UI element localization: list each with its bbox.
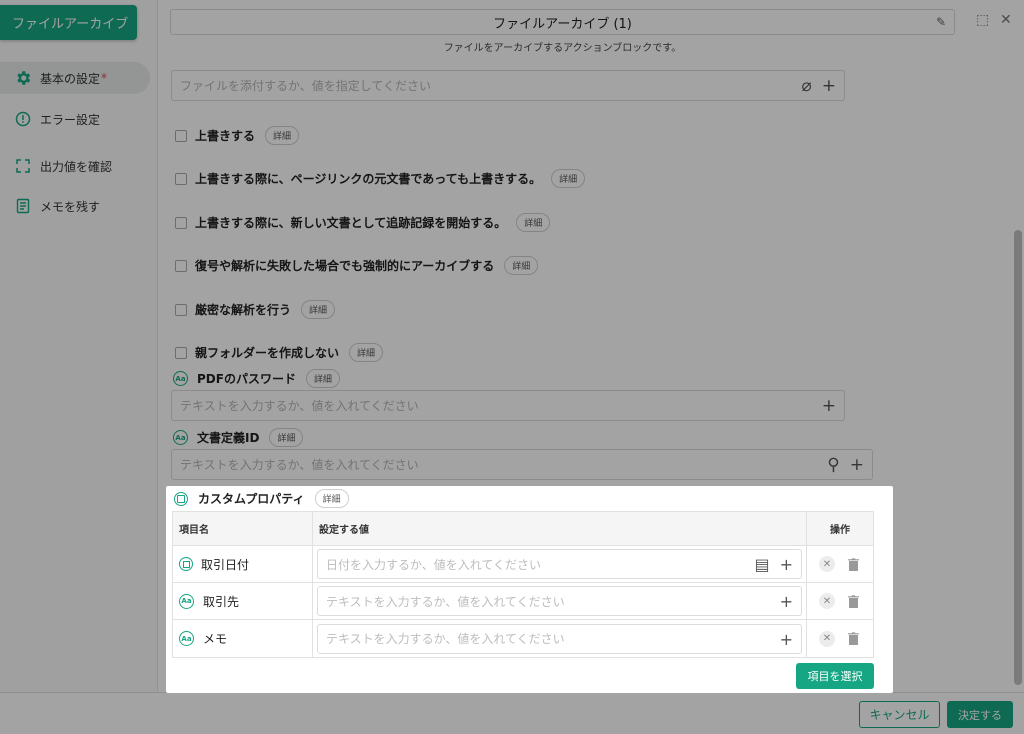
custom-properties-card: カスタムプロパティ 詳細 項目名 設定する値 操作 取引日付 日付を入力するか、… — [166, 486, 893, 693]
text-type-icon: Aa — [179, 593, 194, 609]
detail-tag[interactable]: 詳細 — [314, 489, 349, 508]
column-header-value: 設定する値 — [313, 512, 807, 545]
date-value-placeholder: 日付を入力するか、値を入れてください — [326, 557, 542, 572]
date-value-input[interactable]: 日付を入力するか、値を入れてください ▤ + — [317, 549, 802, 579]
app-window: ファイルアーカイブ 基本の設定 * エラー設定 出力値を確認 メモを残す ファイ… — [0, 0, 1024, 734]
clear-row-button[interactable]: ✕ — [819, 593, 835, 609]
clear-row-button[interactable]: ✕ — [819, 556, 835, 572]
trash-icon[interactable] — [845, 556, 861, 572]
plus-icon[interactable]: + — [780, 630, 793, 649]
trash-icon[interactable] — [845, 593, 861, 609]
table-row: 取引日付 日付を入力するか、値を入れてください ▤ + ✕ — [173, 546, 873, 583]
table-row: Aa 取引先 テキストを入力するか、値を入れてください + ✕ — [173, 583, 873, 620]
text-value-placeholder: テキストを入力するか、値を入れてください — [326, 632, 565, 646]
column-header-actions: 操作 — [830, 525, 850, 536]
row-name: 取引日付 — [201, 557, 250, 572]
database-icon — [174, 491, 188, 506]
clear-row-button[interactable]: ✕ — [819, 630, 835, 647]
custom-properties-table: 項目名 設定する値 操作 取引日付 日付を入力するか、値を入れてください ▤ + … — [172, 511, 874, 658]
plus-icon[interactable]: + — [780, 592, 793, 611]
row-name: メモ — [203, 632, 228, 646]
date-type-icon — [179, 557, 193, 571]
custom-properties-title: カスタムプロパティ — [198, 492, 305, 506]
text-type-icon: Aa — [179, 631, 194, 646]
trash-icon[interactable] — [845, 631, 861, 647]
table-row: Aa メモ テキストを入力するか、値を入れてください + ✕ — [173, 620, 873, 657]
row-name: 取引先 — [203, 594, 240, 609]
text-value-input[interactable]: テキストを入力するか、値を入れてください + — [317, 586, 802, 616]
column-header-name: 項目名 — [173, 512, 313, 545]
text-value-placeholder: テキストを入力するか、値を入れてください — [326, 594, 565, 609]
select-items-button[interactable]: 項目を選択 — [796, 663, 874, 689]
text-value-input[interactable]: テキストを入力するか、値を入れてください + — [317, 623, 802, 654]
table-header: 項目名 設定する値 操作 — [173, 512, 873, 546]
custom-properties-header: カスタムプロパティ 詳細 — [174, 489, 349, 508]
plus-icon[interactable]: + — [780, 555, 793, 574]
calendar-icon[interactable]: ▤ — [754, 555, 769, 574]
